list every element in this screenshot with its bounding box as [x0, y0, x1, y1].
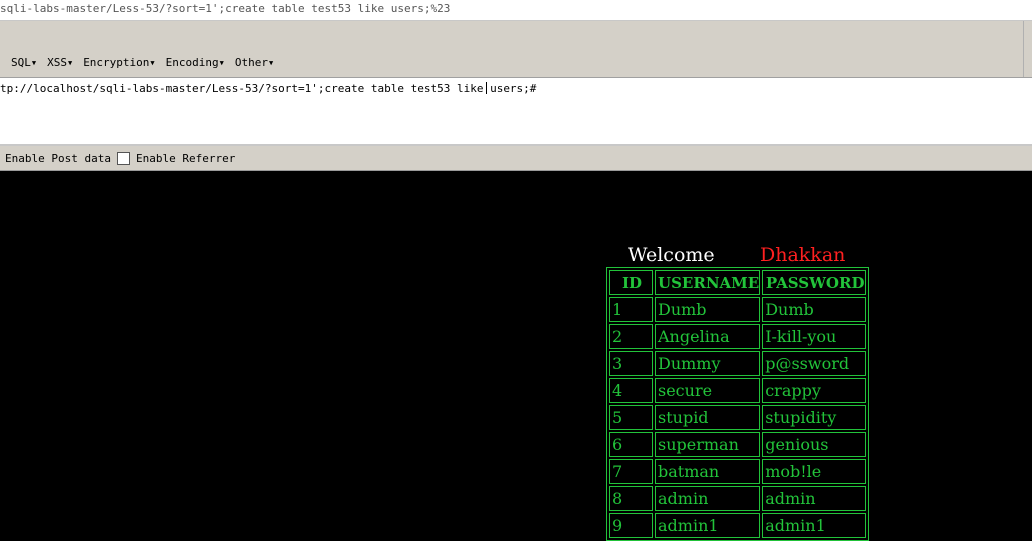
- cell-username: Dumb: [655, 297, 761, 322]
- hackbar-url-area: [0, 78, 1032, 146]
- table-row: 9 admin1 admin1: [609, 513, 867, 538]
- table-row: 4 secure crappy: [609, 378, 867, 403]
- cell-username: batman: [655, 459, 761, 484]
- cell-password: admin1: [762, 513, 867, 538]
- header-password: PASSWORD: [762, 270, 867, 295]
- table-row: 5 stupid stupidity: [609, 405, 867, 430]
- chevron-down-icon: ▼: [67, 59, 73, 67]
- cell-password: I-kill-you: [762, 324, 867, 349]
- cell-id: 5: [609, 405, 653, 430]
- cell-id: 1: [609, 297, 653, 322]
- cell-id: 8: [609, 486, 653, 511]
- chevron-down-icon: ▼: [268, 59, 274, 67]
- cell-username: secure: [655, 378, 761, 403]
- hackbar-toolbar: SQL▼ XSS▼ Encryption▼ Encoding▼ Other▼: [0, 21, 1032, 78]
- hackbar-menu: SQL▼ XSS▼ Encryption▼ Encoding▼ Other▼: [0, 56, 273, 70]
- cell-id: 9: [609, 513, 653, 538]
- cell-password: genious: [762, 432, 867, 457]
- cell-id: 6: [609, 432, 653, 457]
- table-row: 2 Angelina I-kill-you: [609, 324, 867, 349]
- menu-xss[interactable]: XSS▼: [47, 56, 72, 70]
- cell-username: Angelina: [655, 324, 761, 349]
- menu-encoding[interactable]: Encoding▼: [166, 56, 224, 70]
- hackbar-url-input[interactable]: [0, 80, 1020, 96]
- table-header-row: ID USERNAME PASSWORD: [609, 270, 867, 295]
- table-row: 3 Dummy p@ssword: [609, 351, 867, 376]
- toolbar-edge: [1023, 21, 1032, 77]
- cell-id: 4: [609, 378, 653, 403]
- cell-username: Dummy: [655, 351, 761, 376]
- header-username: USERNAME: [655, 270, 761, 295]
- menu-encoding-label: Encoding: [165, 56, 219, 69]
- cell-username: stupid: [655, 405, 761, 430]
- cell-id: 2: [609, 324, 653, 349]
- welcome-text: Welcome: [628, 244, 715, 266]
- menu-xss-label: XSS: [47, 56, 67, 69]
- menu-other[interactable]: Other▼: [235, 56, 273, 70]
- cell-password: mob!le: [762, 459, 867, 484]
- address-bar[interactable]: sqli-labs-master/Less-53/?sort=1';create…: [0, 0, 1032, 21]
- chevron-down-icon: ▼: [219, 59, 224, 67]
- cell-password: crappy: [762, 378, 867, 403]
- users-table: ID USERNAME PASSWORD 1 Dumb Dumb 2 Angelina…: [606, 267, 870, 541]
- chevron-down-icon: ▼: [31, 59, 37, 67]
- enable-post-label[interactable]: Enable Post data: [5, 152, 111, 165]
- table-row: 1 Dumb Dumb: [609, 297, 867, 322]
- menu-sql[interactable]: SQL▼: [11, 56, 36, 70]
- cell-password: stupidity: [762, 405, 867, 430]
- text-caret: [486, 82, 487, 94]
- cell-username: superman: [655, 432, 761, 457]
- cell-username: admin1: [655, 513, 761, 538]
- cell-password: admin: [762, 486, 867, 511]
- chevron-down-icon: ▼: [150, 59, 155, 67]
- cell-username: admin: [655, 486, 761, 511]
- menu-encryption-label: Encryption: [83, 56, 150, 69]
- menu-other-label: Other: [234, 56, 268, 69]
- enable-referrer-label[interactable]: Enable Referrer: [136, 152, 235, 165]
- menu-encryption[interactable]: Encryption▼: [83, 56, 154, 70]
- hackbar-options: Enable Post data Enable Referrer: [0, 146, 1032, 171]
- menu-sql-label: SQL: [11, 56, 31, 69]
- table-row: 7 batman mob!le: [609, 459, 867, 484]
- table-row: 8 admin admin: [609, 486, 867, 511]
- user-name: Dhakkan: [760, 244, 846, 266]
- cell-id: 7: [609, 459, 653, 484]
- cell-id: 3: [609, 351, 653, 376]
- cell-password: Dumb: [762, 297, 867, 322]
- enable-referrer-checkbox[interactable]: [117, 152, 130, 165]
- cell-password: p@ssword: [762, 351, 867, 376]
- table-row: 6 superman genious: [609, 432, 867, 457]
- header-id: ID: [609, 270, 653, 295]
